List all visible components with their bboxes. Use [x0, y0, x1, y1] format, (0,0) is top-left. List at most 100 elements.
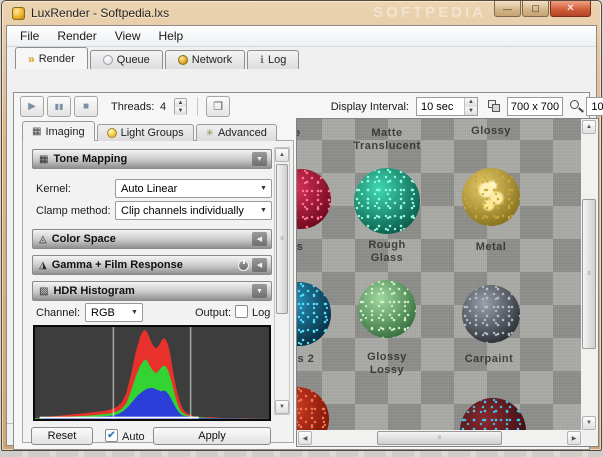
- render-toolbar: ▶ ▮▮ ■ Threads: 4 ▲ ▼ ❐ Display Interval…: [14, 93, 589, 120]
- resume-render-button[interactable]: ▶: [20, 96, 44, 117]
- tab-network[interactable]: Network: [165, 50, 245, 69]
- render-hscrollbar[interactable]: ◀ ≡ ▶: [297, 430, 582, 446]
- teal-sparkle-sphere: [354, 168, 420, 234]
- window-title: LuxRender - Softpedia.lxs: [31, 6, 169, 20]
- tab-light-groups[interactable]: Light Groups: [97, 124, 194, 141]
- tab-imaging[interactable]: ▦ Imaging: [22, 121, 95, 141]
- menu-file[interactable]: File: [11, 27, 48, 45]
- material-label: Glossy Lossy: [367, 351, 407, 377]
- copy-icon: ❐: [213, 100, 223, 113]
- scroll-up-icon[interactable]: ▲: [275, 148, 289, 162]
- auto-checkbox[interactable]: ✔: [105, 429, 118, 442]
- chevron-down-icon: ▼: [256, 207, 271, 214]
- menu-render[interactable]: Render: [48, 27, 105, 45]
- kernel-value: Auto Linear: [121, 183, 177, 195]
- spinner-up-icon[interactable]: ▲: [465, 98, 477, 107]
- color-space-header[interactable]: ◬ Color Space ◀: [32, 229, 272, 249]
- display-interval-spinbox[interactable]: 10 sec ▲ ▼: [416, 97, 478, 116]
- material-label: Glass 2: [297, 353, 314, 366]
- panel-scrollbar[interactable]: ▲ ≡ ▼: [274, 147, 290, 415]
- render-vscrollbar[interactable]: ▲ ≡ ▼: [581, 119, 598, 431]
- imaging-icon: ▦: [32, 126, 41, 137]
- material-label: Rough Glass: [368, 239, 405, 265]
- tab-log[interactable]: ℹ Log: [247, 50, 299, 69]
- output-label: Output:: [195, 307, 231, 319]
- minimize-button[interactable]: —: [494, 1, 521, 17]
- render-vscrollbar-thumb[interactable]: ≡: [582, 199, 596, 349]
- threads-label: Threads:: [111, 101, 154, 113]
- tab-light-groups-label: Light Groups: [121, 127, 184, 139]
- hdr-histogram-chart: [33, 325, 271, 421]
- gamma-film-response-header[interactable]: ◮ Gamma + Film Response ◀: [32, 255, 272, 275]
- scroll-right-icon[interactable]: ▶: [567, 431, 581, 445]
- collapse-arrow-icon[interactable]: ◀: [252, 232, 267, 246]
- hdr-histogram-icon: ▨: [39, 286, 48, 297]
- material-label: Matte: [297, 127, 301, 140]
- tone-mapping-header[interactable]: ▦ Tone Mapping ▼: [32, 149, 272, 169]
- log-checkbox[interactable]: [235, 305, 248, 318]
- queue-tab-icon: [103, 55, 113, 65]
- imaging-panel: ▦ Tone Mapping ▼ Kernel: Auto Linear ▼ C…: [22, 140, 294, 443]
- kernel-label: Kernel:: [36, 183, 71, 195]
- channel-select[interactable]: RGB ▼: [85, 303, 143, 322]
- chevron-down-icon: ▼: [127, 309, 142, 316]
- tab-log-label: Log: [268, 54, 286, 66]
- material-label: Matte Translucent: [353, 127, 420, 153]
- scroll-down-icon[interactable]: ▼: [582, 416, 596, 430]
- close-button[interactable]: ✕: [550, 1, 591, 17]
- render-viewport: MatteMatte TranslucentGlossyTranslucentG…: [296, 118, 599, 447]
- tone-mapping-icon: ▦: [39, 154, 48, 165]
- title-bar[interactable]: LuxRender - Softpedia.lxs SOFTPEDIA — ▢ …: [2, 1, 601, 25]
- tab-advanced[interactable]: ✳ Advanced: [196, 124, 277, 141]
- scroll-down-icon[interactable]: ▼: [275, 400, 289, 414]
- hdr-histogram-title: HDR Histogram: [53, 285, 249, 297]
- clamp-method-select[interactable]: Clip channels individually ▼: [115, 201, 272, 220]
- copy-to-clipboard-button[interactable]: ❐: [206, 96, 230, 117]
- scroll-left-icon[interactable]: ◀: [298, 431, 312, 445]
- reset-button-label: Reset: [48, 430, 77, 442]
- display-interval-label: Display Interval:: [314, 101, 409, 113]
- gray-sphere-speckles: [462, 285, 520, 343]
- spinner-down-icon[interactable]: ▼: [175, 107, 186, 115]
- gold-sphere-speckles: [462, 168, 520, 226]
- log-label: Log: [252, 307, 270, 319]
- render-hscrollbar-thumb[interactable]: ≡: [377, 431, 502, 445]
- green-sphere: [358, 280, 416, 338]
- hdr-histogram-header[interactable]: ▨ HDR Histogram ▼: [32, 281, 272, 301]
- collapse-arrow-icon[interactable]: ◀: [252, 258, 267, 272]
- pause-render-button[interactable]: ▮▮: [47, 96, 71, 117]
- chevron-down-icon: ▼: [256, 185, 271, 192]
- collapse-arrow-icon[interactable]: ▼: [252, 152, 267, 166]
- log-tab-icon: ℹ: [260, 55, 264, 66]
- material-label: Metal: [476, 241, 507, 254]
- menu-help[interactable]: Help: [150, 27, 193, 45]
- display-interval-value: 10 sec: [417, 101, 453, 113]
- light-bulb-icon: [107, 128, 117, 138]
- scroll-up-icon[interactable]: ▲: [582, 120, 596, 134]
- stop-render-button[interactable]: ■: [74, 96, 98, 117]
- gamma-film-response-title: Gamma + Film Response: [52, 259, 235, 271]
- kernel-select[interactable]: Auto Linear ▼: [115, 179, 272, 198]
- spinner-up-icon[interactable]: ▲: [175, 99, 186, 107]
- reset-button[interactable]: Reset: [31, 427, 93, 445]
- magnifier-icon[interactable]: [570, 100, 579, 109]
- tab-render[interactable]: » Render: [15, 47, 88, 69]
- panel-scrollbar-thumb[interactable]: ≡: [276, 164, 288, 314]
- apply-button[interactable]: Apply: [153, 427, 271, 445]
- tab-queue[interactable]: Queue: [90, 50, 163, 69]
- threads-spinner[interactable]: ▲ ▼: [174, 98, 187, 115]
- render-tab-page: ▶ ▮▮ ■ Threads: 4 ▲ ▼ ❐ Display Interval…: [13, 92, 590, 450]
- spinner-down-icon[interactable]: ▼: [465, 107, 477, 116]
- gold-sphere: [462, 168, 520, 226]
- play-icon: ▶: [28, 101, 36, 112]
- softpedia-watermark: SOFTPEDIA: [373, 4, 486, 21]
- side-tab-bar: ▦ Imaging Light Groups ✳ Advanced: [22, 121, 279, 141]
- collapse-arrow-icon[interactable]: ▼: [252, 284, 267, 298]
- resize-icon: [488, 100, 496, 108]
- render-noise-overlay: [297, 119, 582, 430]
- maximize-button[interactable]: ▢: [522, 1, 549, 17]
- tab-queue-label: Queue: [117, 54, 150, 66]
- power-icon[interactable]: [238, 260, 249, 271]
- channel-label: Channel:: [36, 307, 80, 319]
- menu-view[interactable]: View: [106, 27, 150, 45]
